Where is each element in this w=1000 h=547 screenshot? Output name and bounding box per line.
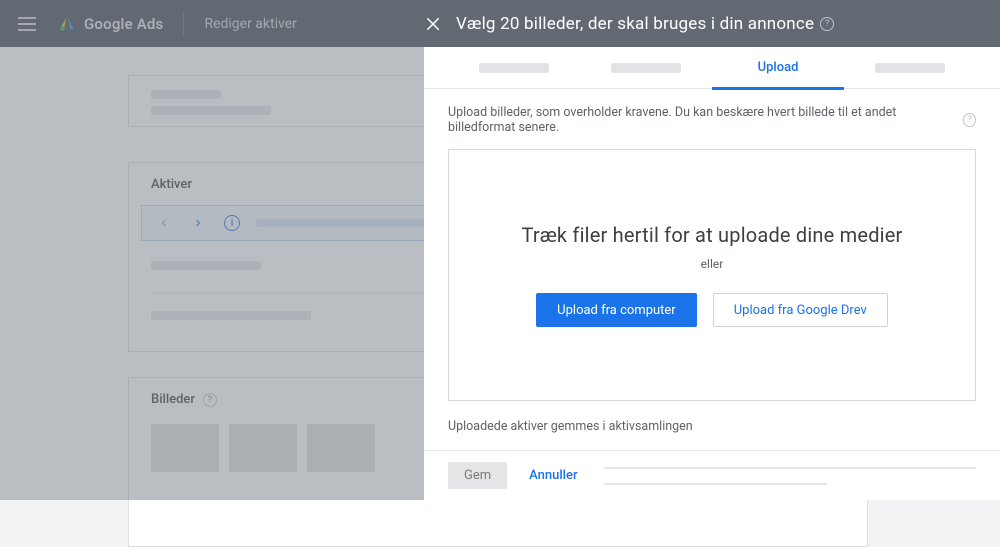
image-thumb[interactable] (229, 424, 297, 472)
helper-text: Upload billeder, som overholder kravene.… (448, 105, 976, 135)
menu-icon[interactable] (18, 17, 36, 31)
product-logo: Google Ads (58, 15, 163, 33)
breadcrumb: Rediger aktiver (204, 16, 296, 32)
tab-placeholder[interactable] (580, 47, 712, 89)
cancel-button[interactable]: Annuller (529, 468, 577, 483)
saved-note: Uploadede aktiver gemmes i aktivsamlinge… (448, 419, 976, 434)
upload-panel: Upload Upload billeder, som overholder k… (424, 47, 1000, 500)
tab-upload[interactable]: Upload (712, 47, 844, 89)
close-icon[interactable] (424, 15, 442, 33)
info-icon[interactable]: ? (963, 113, 976, 127)
image-thumb[interactable] (151, 424, 219, 472)
info-icon: i (224, 215, 240, 231)
footer-placeholder (604, 467, 976, 485)
next-icon[interactable] (184, 209, 212, 237)
save-button[interactable]: Gem (448, 462, 507, 489)
section-images-title: Billeder ? (151, 392, 217, 407)
dropzone-or: eller (701, 257, 724, 271)
image-thumb[interactable] (307, 424, 375, 472)
upload-computer-button[interactable]: Upload fra computer (536, 293, 697, 327)
section-assets-title: Aktiver (151, 177, 192, 192)
dropzone[interactable]: Træk filer hertil for at uploade dine me… (448, 149, 976, 401)
upload-drive-button[interactable]: Upload fra Google Drev (713, 293, 888, 327)
tab-placeholder[interactable] (844, 47, 976, 89)
tabs: Upload (424, 47, 1000, 89)
dropzone-heading: Træk filer hertil for at uploade dine me… (521, 223, 902, 247)
help-icon[interactable]: ? (820, 17, 834, 31)
tab-placeholder[interactable] (448, 47, 580, 89)
prev-icon[interactable] (150, 209, 178, 237)
panel-title: Vælg 20 billeder, der skal bruges i din … (456, 14, 834, 34)
